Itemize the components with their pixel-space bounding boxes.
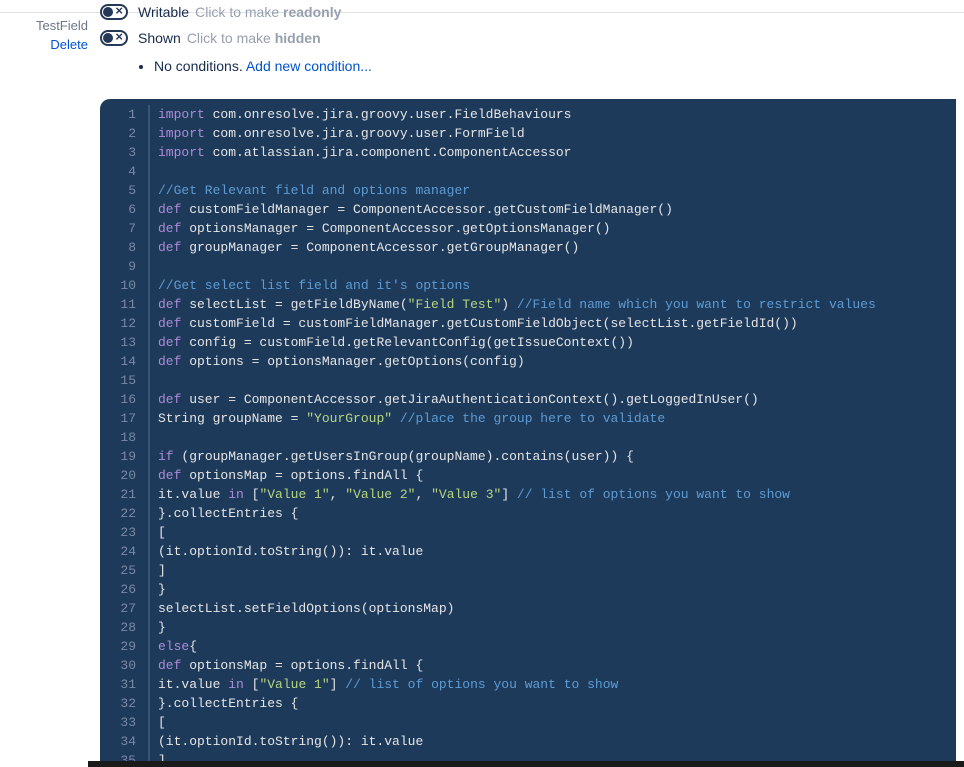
code-line[interactable]: it.value in ["Value 1", "Value 2", "Valu…: [158, 485, 956, 504]
line-number: 19: [100, 447, 136, 466]
code-line[interactable]: //Get select list field and it's options: [158, 276, 956, 295]
delete-link[interactable]: Delete: [0, 37, 100, 52]
line-number: 32: [100, 694, 136, 713]
code-line[interactable]: if (groupManager.getUsersInGroup(groupNa…: [158, 447, 956, 466]
toggle-icon[interactable]: [100, 30, 128, 46]
conditions-block: No conditions. Add new condition...: [130, 58, 964, 74]
line-number: 18: [100, 428, 136, 447]
code-line[interactable]: }.collectEntries {: [158, 504, 956, 523]
conditions-text: No conditions.: [154, 58, 243, 74]
line-number: 15: [100, 371, 136, 390]
line-number: 20: [100, 466, 136, 485]
code-editor[interactable]: 1234567891011121314151617181920212223242…: [100, 99, 956, 767]
line-number: 21: [100, 485, 136, 504]
line-number: 8: [100, 238, 136, 257]
line-number: 34: [100, 732, 136, 751]
code-line[interactable]: [158, 257, 956, 276]
line-number: 9: [100, 257, 136, 276]
line-number: 31: [100, 675, 136, 694]
code-line[interactable]: //Get Relevant field and options manager: [158, 181, 956, 200]
code-line[interactable]: def config = customField.getRelevantConf…: [158, 333, 956, 352]
code-line[interactable]: it.value in ["Value 1"] // list of optio…: [158, 675, 956, 694]
option-title: Writable: [138, 4, 189, 20]
code-line[interactable]: }: [158, 618, 956, 637]
code-line[interactable]: [158, 371, 956, 390]
line-number: 17: [100, 409, 136, 428]
line-number: 2: [100, 124, 136, 143]
code-line[interactable]: def optionsMap = options.findAll {: [158, 466, 956, 485]
toggle-icon[interactable]: [100, 4, 128, 20]
code-line[interactable]: def options = optionsManager.getOptions(…: [158, 352, 956, 371]
field-name-label: TestField: [0, 18, 100, 33]
line-number: 4: [100, 162, 136, 181]
line-number: 33: [100, 713, 136, 732]
line-number: 23: [100, 523, 136, 542]
line-number: 16: [100, 390, 136, 409]
code-line[interactable]: [158, 162, 956, 181]
line-number: 30: [100, 656, 136, 675]
option-title: Shown: [138, 30, 181, 46]
line-number: 1: [100, 105, 136, 124]
line-number: 25: [100, 561, 136, 580]
line-number: 14: [100, 352, 136, 371]
code-line[interactable]: def customField = customFieldManager.get…: [158, 314, 956, 333]
code-line[interactable]: else{: [158, 637, 956, 656]
line-number: 12: [100, 314, 136, 333]
line-number: 27: [100, 599, 136, 618]
editor-gutter: 1234567891011121314151617181920212223242…: [100, 105, 148, 767]
code-line[interactable]: import com.onresolve.jira.groovy.user.Fo…: [158, 124, 956, 143]
bottom-shadow: [88, 761, 964, 767]
line-number: 10: [100, 276, 136, 295]
code-line[interactable]: }: [158, 580, 956, 599]
code-line[interactable]: ]: [158, 561, 956, 580]
code-line[interactable]: (it.optionId.toString()): it.value: [158, 732, 956, 751]
side-panel: TestField Delete: [0, 18, 100, 52]
line-number: 22: [100, 504, 136, 523]
conditions-item: No conditions. Add new condition...: [154, 58, 964, 74]
line-number: 26: [100, 580, 136, 599]
code-line[interactable]: String groupName = "YourGroup" //place t…: [158, 409, 956, 428]
option-hint: Click to make readonly: [195, 4, 341, 20]
code-line[interactable]: def groupManager = ComponentAccessor.get…: [158, 238, 956, 257]
add-condition-link[interactable]: Add new condition...: [246, 58, 372, 74]
code-line[interactable]: def user = ComponentAccessor.getJiraAuth…: [158, 390, 956, 409]
code-line[interactable]: def optionsMap = options.findAll {: [158, 656, 956, 675]
shown-row[interactable]: Shown Click to make hidden: [100, 26, 964, 50]
code-line[interactable]: [158, 428, 956, 447]
code-line[interactable]: def optionsManager = ComponentAccessor.g…: [158, 219, 956, 238]
code-line[interactable]: selectList.setFieldOptions(optionsMap): [158, 599, 956, 618]
line-number: 3: [100, 143, 136, 162]
code-line[interactable]: def customFieldManager = ComponentAccess…: [158, 200, 956, 219]
line-number: 5: [100, 181, 136, 200]
main-area: Writable Click to make readonly Shown Click…: [100, 0, 964, 74]
line-number: 29: [100, 637, 136, 656]
code-line[interactable]: [: [158, 523, 956, 542]
line-number: 24: [100, 542, 136, 561]
code-line[interactable]: [: [158, 713, 956, 732]
line-number: 28: [100, 618, 136, 637]
writable-row[interactable]: Writable Click to make readonly: [100, 0, 964, 24]
code-line[interactable]: import com.atlassian.jira.component.Comp…: [158, 143, 956, 162]
code-line[interactable]: (it.optionId.toString()): it.value: [158, 542, 956, 561]
option-hint: Click to make hidden: [187, 30, 321, 46]
line-number: 6: [100, 200, 136, 219]
code-line[interactable]: import com.onresolve.jira.groovy.user.Fi…: [158, 105, 956, 124]
line-number: 13: [100, 333, 136, 352]
code-line[interactable]: }.collectEntries {: [158, 694, 956, 713]
line-number: 7: [100, 219, 136, 238]
editor-code-area[interactable]: import com.onresolve.jira.groovy.user.Fi…: [148, 105, 956, 767]
line-number: 11: [100, 295, 136, 314]
code-line[interactable]: def selectList = getFieldByName("Field T…: [158, 295, 956, 314]
